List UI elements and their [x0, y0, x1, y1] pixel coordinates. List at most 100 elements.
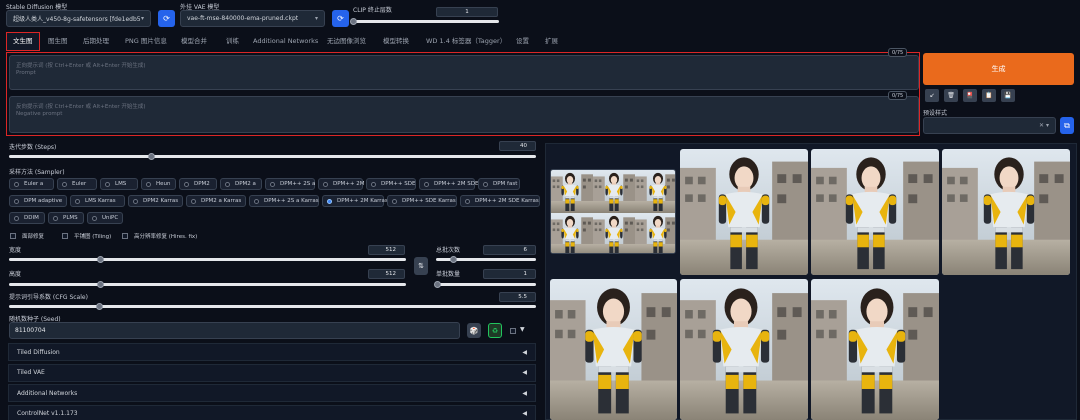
sampler-option-label: DPM2 a Karras	[201, 198, 242, 204]
chevron-down-icon: ▾	[314, 15, 318, 22]
sampler-option[interactable]: UniPC	[87, 212, 123, 224]
output-image-thumbnail[interactable]	[680, 279, 808, 420]
radio-icon	[254, 198, 259, 204]
accordion-header[interactable]: Additional Networks ◀	[8, 384, 536, 402]
sampler-option[interactable]: DPM2 Karras	[128, 195, 183, 207]
sampler-option[interactable]: DPM++ 2M SDE	[419, 178, 478, 190]
tab-3[interactable]: PNG 图片信息	[125, 32, 167, 51]
height-number[interactable]: 512	[368, 269, 405, 279]
sampler-option-label: PLMS	[63, 215, 78, 221]
sampler-option[interactable]: DPM++ 2M	[318, 178, 365, 190]
sampler-option-label: DPM++ SDE Karras	[402, 198, 456, 204]
tab-0[interactable]: 文生图	[6, 32, 40, 51]
vae-select[interactable]: vae-ft-mse-840000-ema-pruned.ckpt ▾	[180, 10, 325, 27]
width-number[interactable]: 512	[368, 245, 405, 255]
sampler-option[interactable]: DPM++ SDE	[366, 178, 416, 190]
seed-input[interactable]: 81100704	[9, 322, 460, 339]
sampler-option-label: LMS	[115, 181, 127, 187]
checkbox-icon	[10, 233, 16, 239]
negative-prompt-input[interactable]: 反向提示词 (按 Ctrl+Enter 或 Alt+Enter 开始生成) Ne…	[9, 96, 919, 133]
sampler-option[interactable]: DPM++ 2M Karras	[322, 195, 388, 207]
output-image-thumbnail[interactable]	[942, 149, 1070, 275]
save-button[interactable]: 💾	[1001, 89, 1015, 102]
extra-seed-checkbox[interactable]	[510, 328, 516, 334]
output-image-thumbnail[interactable]	[680, 149, 808, 275]
generate-button[interactable]: 生成	[923, 53, 1074, 85]
sampler-option[interactable]: PLMS	[48, 212, 84, 224]
steps-track	[9, 155, 536, 158]
vae-value: vae-ft-mse-840000-ema-pruned.ckpt	[187, 15, 299, 22]
grid-cell	[551, 170, 593, 213]
reuse-seed-button[interactable]: ♻	[488, 323, 502, 338]
tab-10[interactable]: 设置	[516, 32, 529, 51]
style-select[interactable]: ✕ ▾	[923, 117, 1056, 134]
accordion-header[interactable]: Tiled Diffusion ◀	[8, 343, 536, 361]
option-checkbox-label: 高分辨率修复 (Hires. fix)	[134, 234, 198, 240]
accordion-header[interactable]: ControlNet v1.1.173 ◀	[8, 404, 536, 420]
option-checkbox[interactable]: 平铺图 (Tiling)	[62, 232, 111, 240]
clip-number[interactable]: 1	[436, 7, 498, 17]
grid-thumbnail[interactable]	[550, 169, 676, 254]
refresh-model-button[interactable]: ⟳	[158, 10, 175, 27]
tab-11[interactable]: 扩展	[545, 32, 558, 51]
random-seed-button[interactable]: 🎲	[467, 323, 481, 338]
sampler-option[interactable]: DPM2 a Karras	[186, 195, 246, 207]
sampler-option[interactable]: LMS	[100, 178, 138, 190]
tab-8[interactable]: 模型转换	[383, 32, 409, 51]
positive-prompt-input[interactable]: 正向提示词 (按 Ctrl+Enter 或 Alt+Enter 开始生成) Pr…	[9, 55, 919, 90]
paste-button[interactable]: ↙	[925, 89, 939, 102]
batch-size-number[interactable]: 1	[483, 269, 536, 279]
output-image-thumbnail[interactable]	[811, 149, 939, 275]
clipboard-button[interactable]: 📋	[982, 89, 996, 102]
tab-5[interactable]: 训练	[226, 32, 239, 51]
tab-1[interactable]: 图生图	[48, 32, 68, 51]
output-gallery	[545, 143, 1077, 420]
batch-count-number[interactable]: 6	[483, 245, 536, 255]
style-card-button[interactable]: 🎴	[963, 89, 977, 102]
tab-bar: 文生图 图生图 后期处理 PNG 图片信息 模型合并 训练 Additional Netwo…	[0, 32, 1080, 51]
swap-dimensions-button[interactable]: ⇅	[414, 257, 428, 275]
sampler-option[interactable]: LMS Karras	[70, 195, 125, 207]
option-checkbox[interactable]: 高分辨率修复 (Hires. fix)	[122, 232, 197, 240]
caret-left-icon: ◀	[522, 389, 527, 397]
model-select[interactable]: 超级人类人_v450-8g-safetensors [fde1edb5ef] ▾	[6, 10, 151, 27]
output-image-thumbnail[interactable]	[550, 279, 677, 420]
steps-number[interactable]: 40	[499, 141, 536, 151]
radio-icon	[371, 181, 376, 187]
radio-icon	[327, 198, 332, 204]
steps-thumb[interactable]	[148, 153, 156, 160]
sampler-option[interactable]: DPM++ SDE Karras	[387, 195, 457, 207]
sampler-option[interactable]: DPM2	[179, 178, 217, 190]
tab-6[interactable]: Additional Networks	[253, 32, 318, 51]
sampler-option[interactable]: DPM2 a	[220, 178, 262, 190]
tab-2[interactable]: 后期处理	[83, 32, 109, 51]
radio-icon	[323, 181, 328, 187]
sampler-option[interactable]: DPM adaptive	[9, 195, 67, 207]
tab-7[interactable]: 无边图像浏览	[327, 32, 366, 51]
trash-button[interactable]: 🗑	[944, 89, 958, 102]
output-image-thumbnail[interactable]	[811, 279, 939, 420]
sampler-option[interactable]: Euler a	[9, 178, 54, 190]
radio-icon	[225, 181, 230, 187]
accordion-header[interactable]: Tiled VAE ◀	[8, 363, 536, 382]
tab-4[interactable]: 模型合并	[181, 32, 207, 51]
caret-left-icon: ◀	[522, 348, 527, 356]
refresh-vae-button[interactable]: ⟳	[332, 10, 349, 27]
option-checkbox[interactable]: 面部修复	[10, 232, 44, 240]
sampler-option[interactable]: Heun	[141, 178, 176, 190]
apply-style-button[interactable]: ⧉	[1060, 117, 1074, 134]
sampler-option-label: LMS Karras	[85, 198, 116, 204]
radio-icon	[53, 215, 58, 221]
sampler-option[interactable]: Euler	[57, 178, 97, 190]
caret-down-icon[interactable]: ▼	[520, 326, 525, 333]
sampler-option[interactable]: DPM fast	[478, 178, 520, 190]
radio-icon	[105, 181, 110, 187]
sampler-option-label: DPM++ 2M SDE Karras	[475, 198, 539, 204]
cfg-number[interactable]: 5.5	[499, 292, 536, 302]
tab-9[interactable]: WD 1.4 标签器（Tagger）	[426, 32, 506, 51]
radio-icon	[184, 181, 189, 187]
sampler-option[interactable]: DPM++ 2M SDE Karras	[460, 195, 540, 207]
sampler-option[interactable]: DPM++ 2S a	[265, 178, 315, 190]
sampler-option[interactable]: DPM++ 2S a Karras	[249, 195, 319, 207]
sampler-option[interactable]: DDIM	[9, 212, 45, 224]
